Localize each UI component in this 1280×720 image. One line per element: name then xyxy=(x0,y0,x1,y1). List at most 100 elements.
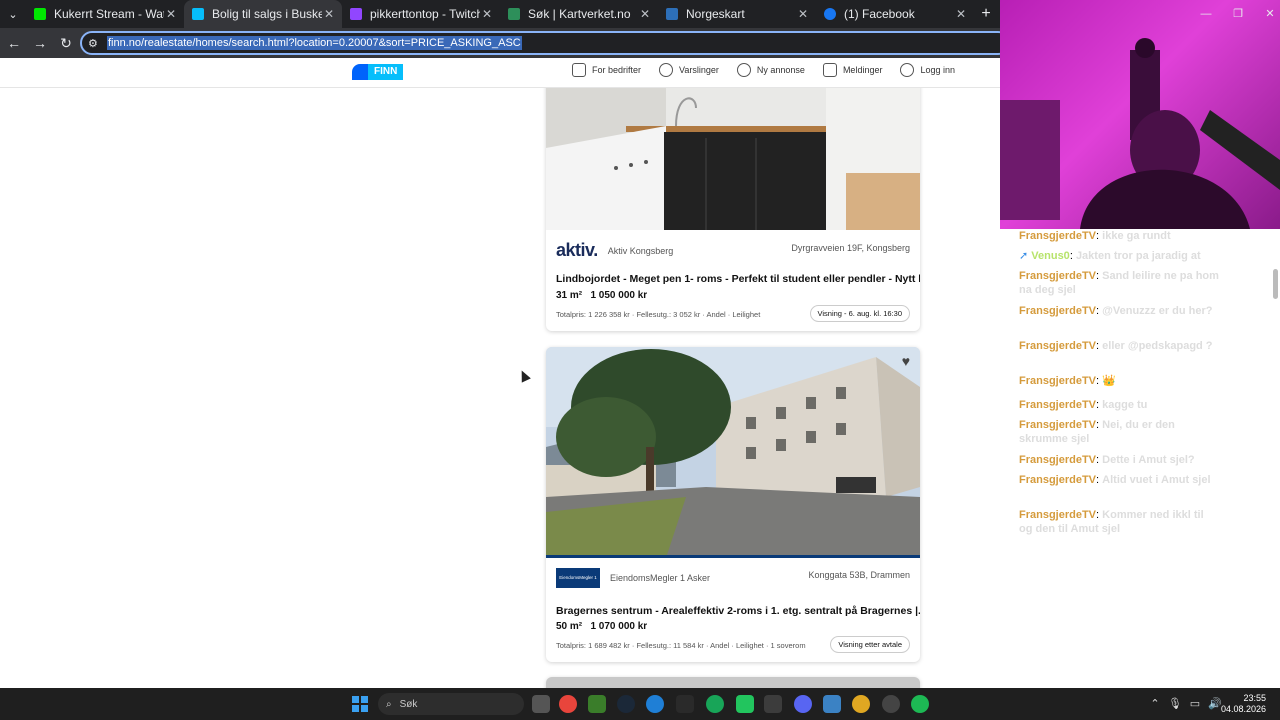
tab-twitch[interactable]: pikkerttontop - Twitch ✕ xyxy=(342,0,500,28)
plus-circle-icon xyxy=(736,63,751,77)
edge-icon[interactable] xyxy=(646,695,664,713)
nav-meldinger[interactable]: Meldinger xyxy=(822,63,882,77)
listing-photo-kitchen[interactable] xyxy=(546,88,920,230)
chevron-up-icon[interactable]: ⌃ xyxy=(1145,697,1165,710)
finn-logo[interactable]: FINN xyxy=(352,64,404,80)
maximize-icon[interactable]: ❐ xyxy=(1222,0,1254,28)
tab-kartverket[interactable]: Søk | Kartverket.no ✕ xyxy=(500,0,658,28)
nav-label: Logg inn xyxy=(920,65,956,75)
listing-photo-building[interactable]: ♥ xyxy=(546,347,920,558)
listing-card[interactable]: aktiv. Aktiv Kongsberg Dyrgravveien 19F,… xyxy=(546,88,920,331)
tab-close-icon[interactable]: ✕ xyxy=(638,7,652,21)
taskbar-search[interactable]: ⌕ Søk xyxy=(378,693,524,715)
chat-username[interactable]: FransgjerdeTV xyxy=(1019,270,1096,282)
nav-varslinger[interactable]: Varslinger xyxy=(659,63,719,77)
chat-username[interactable]: FransgjerdeTV xyxy=(1019,419,1096,431)
finn-logo-mark-icon xyxy=(352,64,368,80)
windows-start-icon[interactable] xyxy=(352,696,368,712)
url-text[interactable]: finn.no/realestate/homes/search.html?loc… xyxy=(107,36,522,50)
chat-username[interactable]: FransgjerdeTV xyxy=(1019,340,1096,352)
reload-icon[interactable]: ↻ xyxy=(54,35,78,52)
finn-header: FINN For bedrifter Varslinger Ny annonse… xyxy=(0,58,1000,88)
search-results: aktiv. Aktiv Kongsberg Dyrgravveien 19F,… xyxy=(0,88,1000,688)
agency-name: EiendomsMegler 1 Asker xyxy=(610,573,711,583)
close-icon[interactable]: ✕ xyxy=(1254,0,1280,28)
chrome-icon[interactable] xyxy=(559,695,577,713)
tab-finn[interactable]: Bolig til salgs i Buskerud | FINN ✕ xyxy=(184,0,342,28)
monitor-icon[interactable]: ▭ xyxy=(1185,697,1205,710)
discord-icon[interactable] xyxy=(794,695,812,713)
bell-icon xyxy=(659,63,674,77)
nav-ny-annonse[interactable]: Ny annonse xyxy=(736,63,805,77)
favorite-heart-icon[interactable]: ♥ xyxy=(902,353,910,369)
norgeskart-favicon-icon xyxy=(666,8,678,20)
listing-address: Dyrgravveien 19F, Kongsberg xyxy=(791,243,910,253)
listing-price: 1 070 000 kr xyxy=(590,621,648,632)
obs-icon[interactable] xyxy=(882,695,900,713)
listing-price: 1 050 000 kr xyxy=(590,290,648,301)
chat-username[interactable]: FransgjerdeTV xyxy=(1019,230,1096,242)
tab-close-icon[interactable]: ✕ xyxy=(164,7,178,21)
tab-norgeskart[interactable]: Norgeskart ✕ xyxy=(658,0,816,28)
tab-close-icon[interactable]: ✕ xyxy=(322,7,336,21)
back-arrow-icon[interactable]: ← xyxy=(2,35,26,51)
chat-message: FransgjerdeTV: kagge tu xyxy=(1019,399,1148,411)
kick-favicon-icon xyxy=(34,8,46,20)
new-tab-plus-icon[interactable]: + xyxy=(974,5,998,23)
user-icon xyxy=(900,63,915,77)
minimize-icon[interactable]: — xyxy=(1190,0,1222,28)
chat-message: FransgjerdeTV: 👑 xyxy=(1019,375,1116,387)
twitch-favicon-icon xyxy=(350,8,362,20)
photos-icon[interactable] xyxy=(823,695,841,713)
taskbar-clock[interactable]: 23:55 04.08.2026 xyxy=(1221,693,1266,715)
app-yellow-icon[interactable] xyxy=(852,695,870,713)
chat-scrollbar[interactable] xyxy=(1273,269,1278,299)
tab-title: Kukerrt Stream - Watch Live on xyxy=(54,7,164,21)
nav-logg-inn[interactable]: Logg inn xyxy=(900,63,955,77)
finn-nav: For bedrifter Varslinger Ny annonse Meld… xyxy=(572,63,973,77)
chat-username[interactable]: FransgjerdeTV xyxy=(1019,399,1096,411)
nvidia-icon[interactable] xyxy=(764,695,782,713)
tab-close-icon[interactable]: ✕ xyxy=(480,7,494,21)
listing-title[interactable]: Bragernes sentrum - Arealeffektiv 2-roms… xyxy=(556,605,920,617)
task-view-icon[interactable] xyxy=(532,695,550,713)
address-bar[interactable]: ⚙ finn.no/realestate/homes/search.html?l… xyxy=(80,31,1010,55)
listing-card[interactable]: ♥ EiendomsMegler 1 EiendomsMegler 1 Aske… xyxy=(546,347,920,662)
steam-icon[interactable] xyxy=(617,695,635,713)
app-green-icon[interactable] xyxy=(706,695,724,713)
tab-title: Norgeskart xyxy=(686,7,745,21)
chat-message: FransgjerdeTV: ikke ga rundt xyxy=(1019,230,1171,242)
chat-text: Dette i Amut sjel? xyxy=(1102,454,1195,466)
chat-text: Altid vuet i Amut sjel xyxy=(1102,474,1211,486)
webcam-overlay xyxy=(1000,0,1280,229)
spotify-icon[interactable] xyxy=(911,695,929,713)
agency: aktiv. Aktiv Kongsberg xyxy=(556,240,673,261)
epic-games-icon[interactable] xyxy=(676,695,694,713)
forward-arrow-icon[interactable]: → xyxy=(28,35,52,51)
tab-close-icon[interactable]: ✕ xyxy=(796,7,810,21)
tab-search-chevron-icon[interactable]: ⌄ xyxy=(0,0,26,28)
tab-close-icon[interactable]: ✕ xyxy=(954,7,968,21)
listing-info: EiendomsMegler 1 EiendomsMegler 1 Asker … xyxy=(546,558,920,662)
listing-title[interactable]: Lindbojordet - Meget pen 1- roms - Perfe… xyxy=(556,273,920,285)
viewing-badge: Visning etter avtale xyxy=(830,636,910,653)
chat-username[interactable]: FransgjerdeTV xyxy=(1019,509,1096,521)
chat-username[interactable]: FransgjerdeTV xyxy=(1019,474,1096,486)
site-info-icon[interactable]: ⚙ xyxy=(88,37,104,50)
browser-toolbar: ← → ↻ ⚙ finn.no/realestate/homes/search.… xyxy=(0,28,1010,58)
chat-username[interactable]: FransgjerdeTV xyxy=(1019,375,1096,387)
chat-text: kagge tu xyxy=(1102,399,1148,411)
chat-username[interactable]: FransgjerdeTV xyxy=(1019,454,1096,466)
microphone-icon[interactable]: 🎙 xyxy=(1165,697,1185,710)
clock-time: 23:55 xyxy=(1243,693,1266,703)
nav-for-bedrifter[interactable]: For bedrifter xyxy=(572,63,641,77)
chat-username[interactable]: FransgjerdeTV xyxy=(1019,305,1096,317)
minecraft-icon[interactable] xyxy=(588,695,606,713)
tab-kukerrt[interactable]: Kukerrt Stream - Watch Live on ✕ xyxy=(26,0,184,28)
tab-facebook[interactable]: (1) Facebook ✕ xyxy=(816,0,974,28)
aktiv-logo: aktiv. xyxy=(556,240,598,260)
chat-username[interactable]: Venus0 xyxy=(1031,250,1070,262)
tab-title: Bolig til salgs i Buskerud | FINN xyxy=(212,7,322,21)
listing-card[interactable] xyxy=(546,677,920,688)
app-bars-icon[interactable] xyxy=(736,695,754,713)
